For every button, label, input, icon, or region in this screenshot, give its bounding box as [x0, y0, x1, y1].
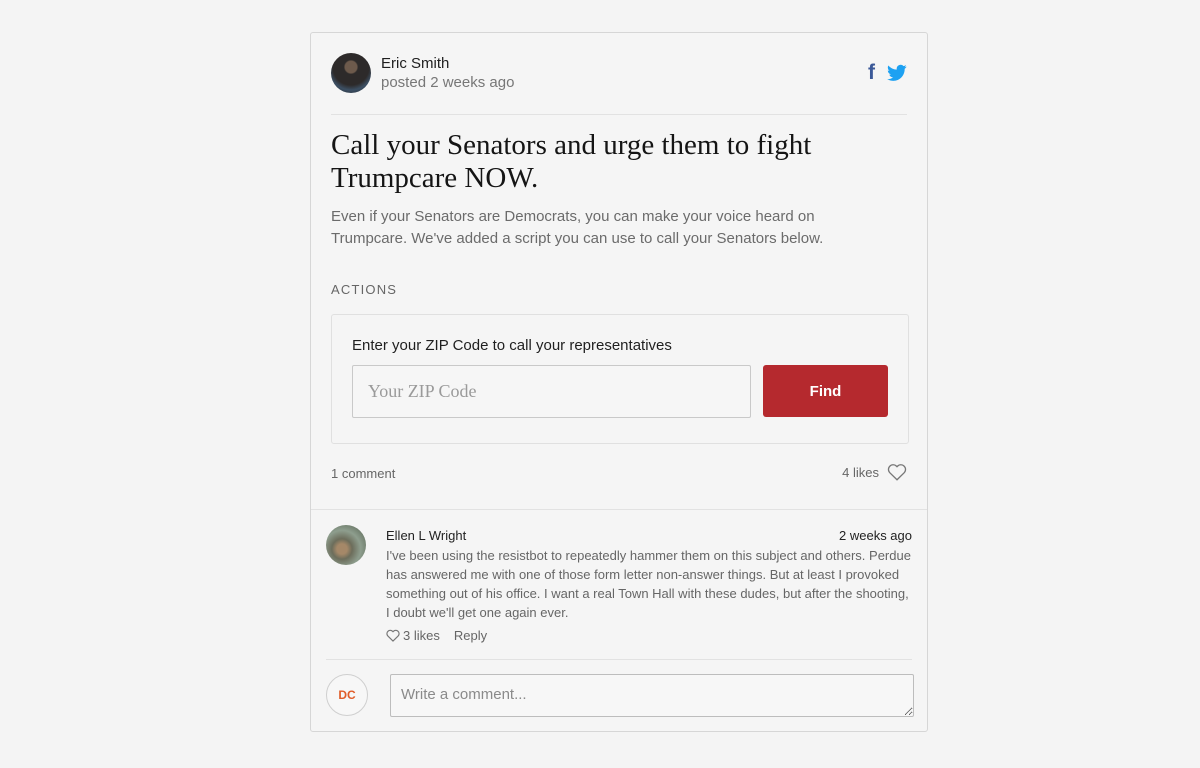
- current-user-avatar: DC: [326, 674, 368, 716]
- post-title: Call your Senators and urge them to figh…: [331, 129, 812, 194]
- comment-timestamp: 2 weeks ago: [839, 528, 912, 543]
- commenter-name[interactable]: Ellen L Wright: [386, 528, 466, 543]
- facebook-icon[interactable]: f: [868, 62, 875, 83]
- zip-action-box: Enter your ZIP Code to call your represe…: [331, 314, 909, 444]
- likes-count: 4 likes: [842, 464, 879, 480]
- post-description: Even if your Senators are Democrats, you…: [331, 208, 824, 247]
- zip-code-input[interactable]: [352, 365, 751, 418]
- post-footer: 1 comment 4 likes: [331, 463, 907, 485]
- share-buttons: f: [868, 62, 907, 83]
- twitter-icon[interactable]: [887, 64, 907, 82]
- new-comment-row: DC: [326, 673, 914, 718]
- comment-body: I've been using the resistbot to repeate…: [386, 548, 911, 620]
- find-button[interactable]: Find: [763, 365, 888, 417]
- heart-icon[interactable]: [887, 463, 907, 481]
- post-header: Eric Smith posted 2 weeks ago f: [331, 33, 907, 115]
- author-avatar[interactable]: [331, 53, 371, 93]
- comments-section: Ellen L Wright 2 weeks ago I've been usi…: [311, 509, 927, 731]
- comment-item: Ellen L Wright 2 weeks ago I've been usi…: [326, 510, 912, 660]
- reply-link[interactable]: Reply: [454, 628, 487, 643]
- comment-count[interactable]: 1 comment: [331, 466, 395, 481]
- actions-heading: ACTIONS: [331, 282, 398, 297]
- author-name[interactable]: Eric Smith: [381, 55, 449, 72]
- commenter-avatar[interactable]: [326, 525, 366, 565]
- comment-actions: 3 likes Reply: [386, 628, 487, 643]
- post-card: Eric Smith posted 2 weeks ago f Call you…: [310, 32, 928, 732]
- post-timestamp: posted 2 weeks ago: [381, 74, 515, 91]
- post-likes: 4 likes: [842, 463, 907, 481]
- zip-action-label: Enter your ZIP Code to call your represe…: [352, 337, 672, 354]
- comment-heart-icon[interactable]: [386, 629, 400, 642]
- comment-likes-count: 3 likes: [403, 628, 440, 643]
- comment-input[interactable]: [390, 674, 914, 717]
